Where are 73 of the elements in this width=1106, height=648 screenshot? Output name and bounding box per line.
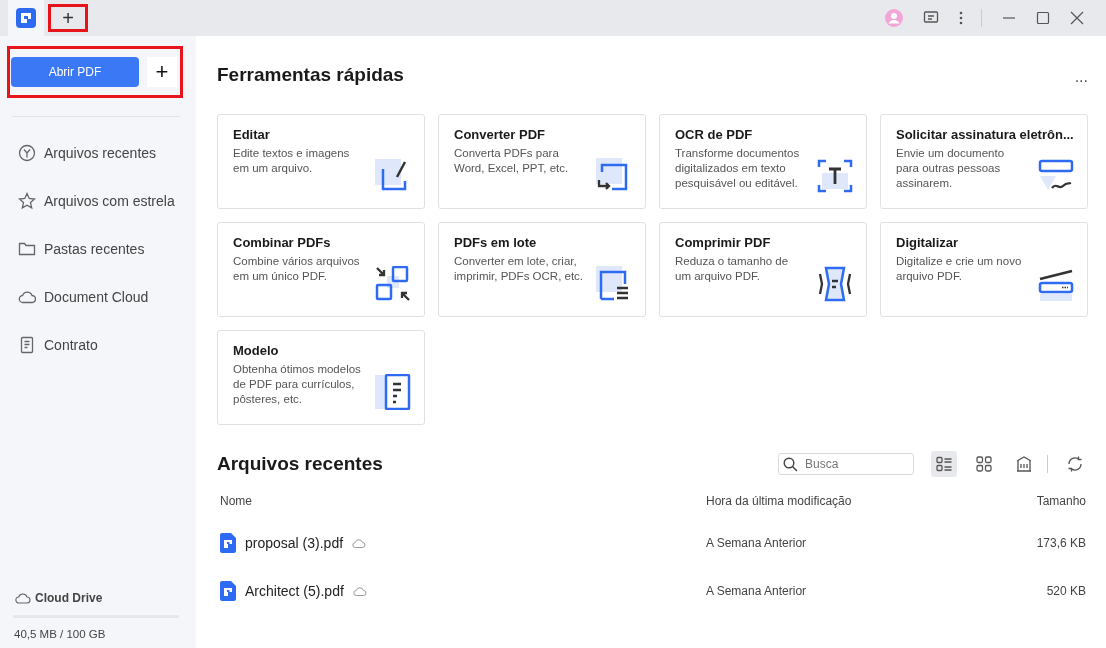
cloud-drive-label: Cloud Drive: [35, 591, 103, 605]
tool-title: Digitalizar: [896, 235, 960, 250]
column-header[interactable]: Nome: [217, 494, 706, 508]
search-field[interactable]: Busca: [778, 453, 914, 475]
pdf-file-icon: [220, 533, 236, 553]
tool-description: Converter em lote, criar, imprimir, PDFs OCR, etc.: [454, 254, 585, 284]
close-icon[interactable]: [1070, 11, 1084, 25]
tool-card[interactable]: Modelo Obtenha ótimos modelos de PDF para currículos, pôsteres, etc.: [217, 330, 425, 425]
tool-description: Transforme documentos digitalizados em texto pesquisável ou editável.: [675, 146, 801, 191]
template-icon: [375, 374, 411, 410]
pdf-file-icon: [220, 581, 236, 601]
tool-description: Edite textos e imagens em um arquivo.: [233, 146, 351, 176]
text-recognition-icon: [817, 158, 853, 194]
more-icon[interactable]: [959, 11, 963, 25]
tool-description: Envie um documento para outras pessoas assinarem.: [896, 146, 1006, 191]
cloud-icon: [15, 592, 31, 604]
tool-description: Obtenha ótimos modelos de PDF para currículos, pôsteres, etc.: [233, 362, 362, 407]
table-cell-text: A Semana Anterior: [706, 584, 808, 598]
folder-icon: [18, 240, 36, 258]
tool-card[interactable]: Converter PDF Converta PDFs para Word, Excel, PPT, etc.: [438, 114, 646, 209]
document-icon: [18, 336, 36, 354]
combine-icon: [375, 266, 411, 302]
tool-card[interactable]: OCR de PDF Transforme documentos digitalizados em texto pesquisável ou editável.: [659, 114, 867, 209]
app-logo-icon: [16, 8, 36, 28]
tool-title: PDFs em lote: [454, 235, 538, 250]
new-tab-button[interactable]: +: [48, 4, 88, 32]
building-icon[interactable]: [1015, 455, 1033, 473]
sidebar-item[interactable]: Arquivos com estrela: [0, 177, 196, 225]
tool-card[interactable]: PDFs em lote Converter em lote, criar, imprimir, PDFs OCR, etc.: [438, 222, 646, 317]
table-cell-text: 173,6 KB: [1035, 536, 1087, 550]
file-name[interactable]: Architect (5).pdf: [245, 583, 344, 599]
search-icon: [783, 457, 798, 472]
tool-title: Editar: [233, 127, 271, 142]
more-button[interactable]: ...: [1074, 68, 1088, 86]
compress-icon: [817, 266, 853, 302]
sidebar-item[interactable]: Document Cloud: [0, 273, 196, 321]
tool-title: Modelo: [233, 343, 280, 358]
refresh-icon[interactable]: [1066, 455, 1084, 473]
tool-card[interactable]: Combinar PDFs Combine vários arquivos em um único PDF.: [217, 222, 425, 317]
tool-title: Converter PDF: [454, 127, 547, 142]
sidebar-item[interactable]: Contrato: [0, 321, 196, 369]
add-button[interactable]: +: [147, 57, 177, 87]
tool-description: Digitalize e crie um novo arquivo PDF.: [896, 254, 1023, 284]
table-cell-text: A Semana Anterior: [706, 536, 808, 550]
storage-usage: 40,5 MB / 100 GB: [13, 628, 107, 640]
sidebar-item[interactable]: Arquivos recentes: [0, 129, 196, 177]
tool-card[interactable]: Solicitar assinatura eletrôn... Envie um documento para outras pessoas assinarem.: [880, 114, 1088, 209]
tool-title: Combinar PDFs: [233, 235, 332, 250]
tool-card[interactable]: Comprimir PDF Reduza o tamanho de um arquivo PDF.: [659, 222, 867, 317]
cloud-icon: [352, 538, 367, 548]
section-title: Ferramentas rápidas: [217, 64, 404, 86]
tool-description: Converta PDFs para Word, Excel, PPT, etc.: [454, 146, 570, 176]
clock-icon: [18, 144, 36, 162]
table-cell-text: 520 KB: [1045, 584, 1087, 598]
sidebar-item[interactable]: Pastas recentes: [0, 225, 196, 273]
app-tab[interactable]: [8, 0, 44, 36]
star-icon: [18, 192, 36, 210]
tool-title: OCR de PDF: [675, 127, 754, 142]
tool-description: Combine vários arquivos em um único PDF.: [233, 254, 361, 284]
column-header[interactable]: Tamanho: [1006, 494, 1088, 508]
tool-card[interactable]: Editar Edite textos e imagens em um arquivo.: [217, 114, 425, 209]
section-title: Arquivos recentes: [217, 453, 383, 475]
tool-description: Reduza o tamanho de um arquivo PDF.: [675, 254, 790, 284]
cloud-icon: [352, 586, 367, 596]
message-icon[interactable]: [923, 10, 939, 26]
column-header[interactable]: Hora da última modificação: [706, 494, 1006, 508]
tool-title: Solicitar assinatura eletrôn...: [896, 127, 1072, 142]
maximize-icon[interactable]: [1036, 11, 1050, 25]
file-name[interactable]: proposal (3).pdf: [245, 535, 344, 551]
open-pdf-button[interactable]: Abrir PDF: [11, 57, 139, 87]
list-view-button[interactable]: [931, 451, 957, 477]
tool-title: Comprimir PDF: [675, 235, 772, 250]
tool-card[interactable]: Digitalizar Digitalize e crie um novo arquivo PDF.: [880, 222, 1088, 317]
